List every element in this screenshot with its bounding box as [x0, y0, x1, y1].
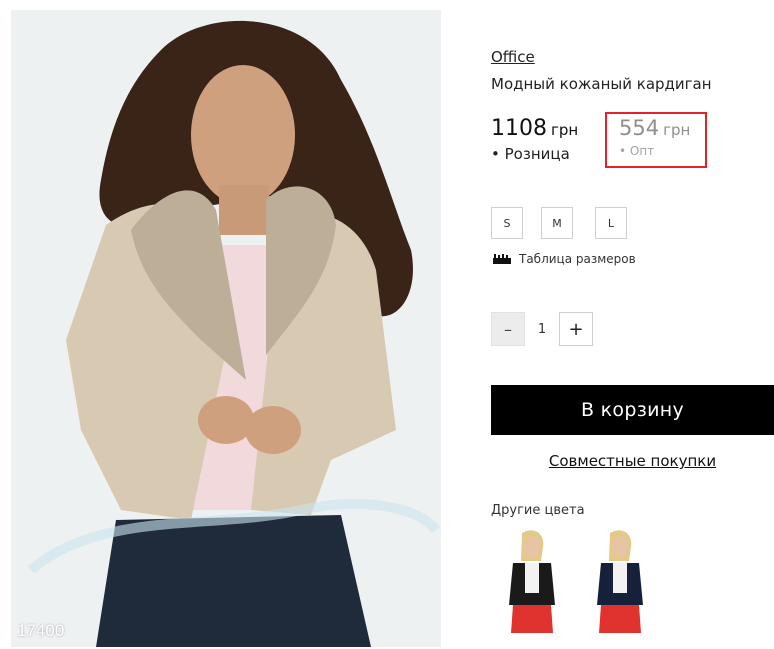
color-variant-1-image — [497, 527, 567, 633]
product-photo[interactable]: 17400 — [11, 10, 441, 647]
size-option-s[interactable]: S — [491, 207, 523, 239]
color-variant-2-image — [585, 527, 655, 633]
size-option-l[interactable]: L — [595, 207, 627, 239]
model-illustration — [11, 10, 441, 647]
wholesale-price: 554 грн • Опт — [605, 112, 707, 168]
add-to-cart-button[interactable]: В корзину — [491, 385, 774, 435]
brand-link[interactable]: Office — [491, 48, 535, 66]
wholesale-price-currency: грн — [663, 121, 691, 139]
wholesale-price-value: 554 — [619, 116, 660, 140]
other-colors-heading: Другие цвета — [491, 503, 585, 518]
product-sku: 17400 — [17, 621, 65, 640]
color-variant-1[interactable] — [497, 527, 567, 633]
retail-price-currency: грн — [551, 121, 579, 139]
size-option-m[interactable]: M — [541, 207, 573, 239]
retail-price-label: • Розница — [491, 145, 570, 163]
size-chart-label: Таблица размеров — [519, 252, 636, 266]
quantity-value[interactable]: 1 — [528, 312, 556, 346]
product-title: Модный кожаный кардиган — [491, 75, 712, 93]
wholesale-price-label: • Опт — [619, 144, 655, 158]
retail-price-value: 1108 — [491, 116, 547, 141]
size-chart-link[interactable]: Таблица размеров — [493, 252, 636, 266]
ruler-icon — [493, 254, 511, 264]
retail-price: 1108 грн • Розница — [491, 116, 578, 163]
joint-purchases-link[interactable]: Совместные покупки — [491, 452, 774, 470]
quantity-decrease-button[interactable]: – — [491, 312, 525, 346]
quantity-increase-button[interactable]: + — [559, 312, 593, 346]
color-variant-2[interactable] — [585, 527, 655, 633]
